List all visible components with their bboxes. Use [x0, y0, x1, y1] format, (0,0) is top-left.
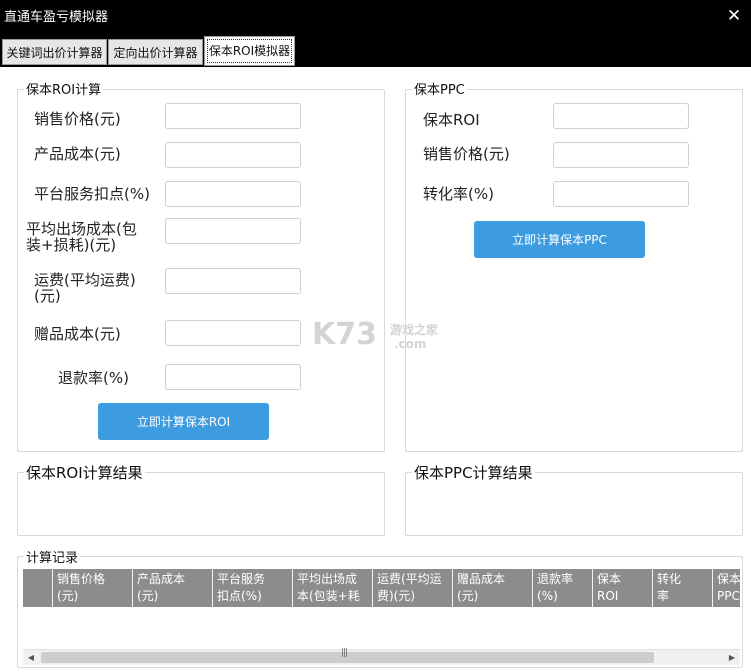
column-header-refund-rate[interactable]: 退款率 (%) — [532, 569, 592, 607]
ppc-roi-input[interactable] — [553, 103, 689, 129]
tab-breakeven-roi-simulator[interactable]: 保本ROI模拟器 — [204, 36, 295, 66]
column-header-text: 赠品成本 — [457, 572, 506, 586]
records-table-header: 销售价格 (元) 产品成本 (元) 平台服务扣点(%) 平均出场成本(包装+耗 运费… — [23, 569, 740, 607]
scrollbar-thumb[interactable]: ||| — [41, 648, 654, 663]
column-header-avg-shipping-cost[interactable]: 平均出场成本(包装+耗 — [292, 569, 372, 607]
product-cost-input[interactable] — [165, 142, 301, 168]
ppc-calc-legend: 保本PPC — [412, 79, 467, 98]
horizontal-scrollbar[interactable]: ◀ ||| ▶ — [23, 648, 740, 666]
column-header-text: (元) — [57, 589, 79, 603]
conversion-rate-input[interactable] — [553, 181, 689, 207]
column-header-text: 保本 — [597, 572, 622, 586]
roi-result-legend: 保本ROI计算结果 — [24, 462, 145, 483]
column-header-gift-cost[interactable]: 赠品成本 (元) — [452, 569, 532, 607]
refund-rate-input[interactable] — [165, 364, 301, 390]
gift-cost-input[interactable] — [165, 320, 301, 346]
column-header-breakeven-ppc[interactable]: 保本 PPC — [712, 569, 740, 607]
ppc-result-legend: 保本PPC计算结果 — [412, 462, 535, 483]
column-header-text: (%) — [537, 589, 558, 603]
column-header-text: 保本 — [717, 572, 740, 586]
column-header-text: 费)(元) — [377, 589, 416, 603]
freight-label-line2: (元) — [34, 287, 61, 305]
title-bar — [0, 0, 751, 34]
column-header-text: 率 — [657, 589, 670, 603]
product-cost-label: 产品成本(元) — [34, 145, 121, 163]
column-header-text: 运费(平均运 — [377, 572, 442, 586]
freight-input[interactable] — [165, 268, 301, 294]
column-header-text: 转化 — [657, 572, 682, 586]
scroll-right-icon[interactable]: ▶ — [724, 650, 740, 666]
svg-text:游戏之家: 游戏之家 — [390, 322, 439, 337]
conversion-rate-label: 转化率(%) — [423, 185, 494, 203]
svg-text:.com: .com — [394, 337, 426, 351]
tab-targeting-bid-calculator[interactable]: 定向出价计算器 — [108, 39, 203, 65]
ppc-roi-label: 保本ROI — [423, 111, 480, 129]
column-header-freight[interactable]: 运费(平均运 费)(元) — [372, 569, 452, 607]
column-header-text: PPC — [717, 589, 740, 603]
scrollbar-grip-icon: ||| — [341, 648, 348, 658]
scroll-left-icon[interactable]: ◀ — [23, 650, 39, 666]
refund-rate-label: 退款率(%) — [58, 369, 129, 387]
column-header-text: (元) — [137, 589, 159, 603]
tab-keyword-bid-calculator[interactable]: 关键词出价计算器 — [2, 39, 107, 65]
svg-text:K73: K73 — [312, 318, 377, 352]
avg-shipping-cost-label-line2: 装+损耗)(元) — [26, 236, 117, 254]
column-header-conversion-rate[interactable]: 转化率 — [652, 569, 712, 607]
column-header-text: 退款率 — [537, 572, 574, 586]
sale-price-input[interactable] — [165, 103, 301, 129]
column-header-text: (元) — [457, 589, 479, 603]
column-header-text: 本(包装+耗 — [297, 589, 360, 603]
column-header-text: 平均出场成 — [297, 572, 358, 586]
platform-fee-label: 平台服务扣点(%) — [34, 185, 150, 203]
column-header-product-cost[interactable]: 产品成本 (元) — [132, 569, 212, 607]
calc-breakeven-roi-button[interactable]: 立即计算保本ROI — [98, 403, 269, 440]
column-header-platform-fee[interactable]: 平台服务扣点(%) — [212, 569, 292, 607]
calc-breakeven-ppc-button[interactable]: 立即计算保本PPC — [474, 221, 645, 258]
ppc-sale-price-label: 销售价格(元) — [423, 145, 510, 163]
ppc-sale-price-input[interactable] — [553, 142, 689, 168]
window-title: 直通车盈亏模拟器 — [4, 10, 109, 25]
column-header-text: ROI — [597, 589, 619, 603]
watermark-icon: K73 游戏之家 .com — [312, 317, 439, 352]
column-header-breakeven-roi[interactable]: 保本 ROI — [592, 569, 652, 607]
watermark-logo: K73 游戏之家 .com — [312, 317, 442, 354]
records-legend: 计算记录 — [24, 547, 81, 566]
column-header-text: 产品成本 — [137, 572, 186, 586]
column-header-text: 平台服务 — [217, 572, 266, 586]
platform-fee-input[interactable] — [165, 181, 301, 207]
column-header-text: 销售价格 — [57, 572, 106, 586]
column-header-sale-price[interactable]: 销售价格 (元) — [52, 569, 132, 607]
roi-calc-legend: 保本ROI计算 — [24, 79, 104, 98]
close-icon[interactable]: ✕ — [725, 6, 743, 26]
tab-label: 定向出价计算器 — [113, 46, 198, 60]
column-header-text: 扣点(%) — [217, 589, 262, 603]
avg-shipping-cost-input[interactable] — [165, 218, 301, 244]
sale-price-label: 销售价格(元) — [34, 110, 121, 128]
tab-label: 关键词出价计算器 — [6, 46, 103, 60]
gift-cost-label: 赠品成本(元) — [34, 325, 121, 343]
row-header-corner — [23, 569, 52, 607]
tab-label: 保本ROI模拟器 — [208, 44, 291, 58]
